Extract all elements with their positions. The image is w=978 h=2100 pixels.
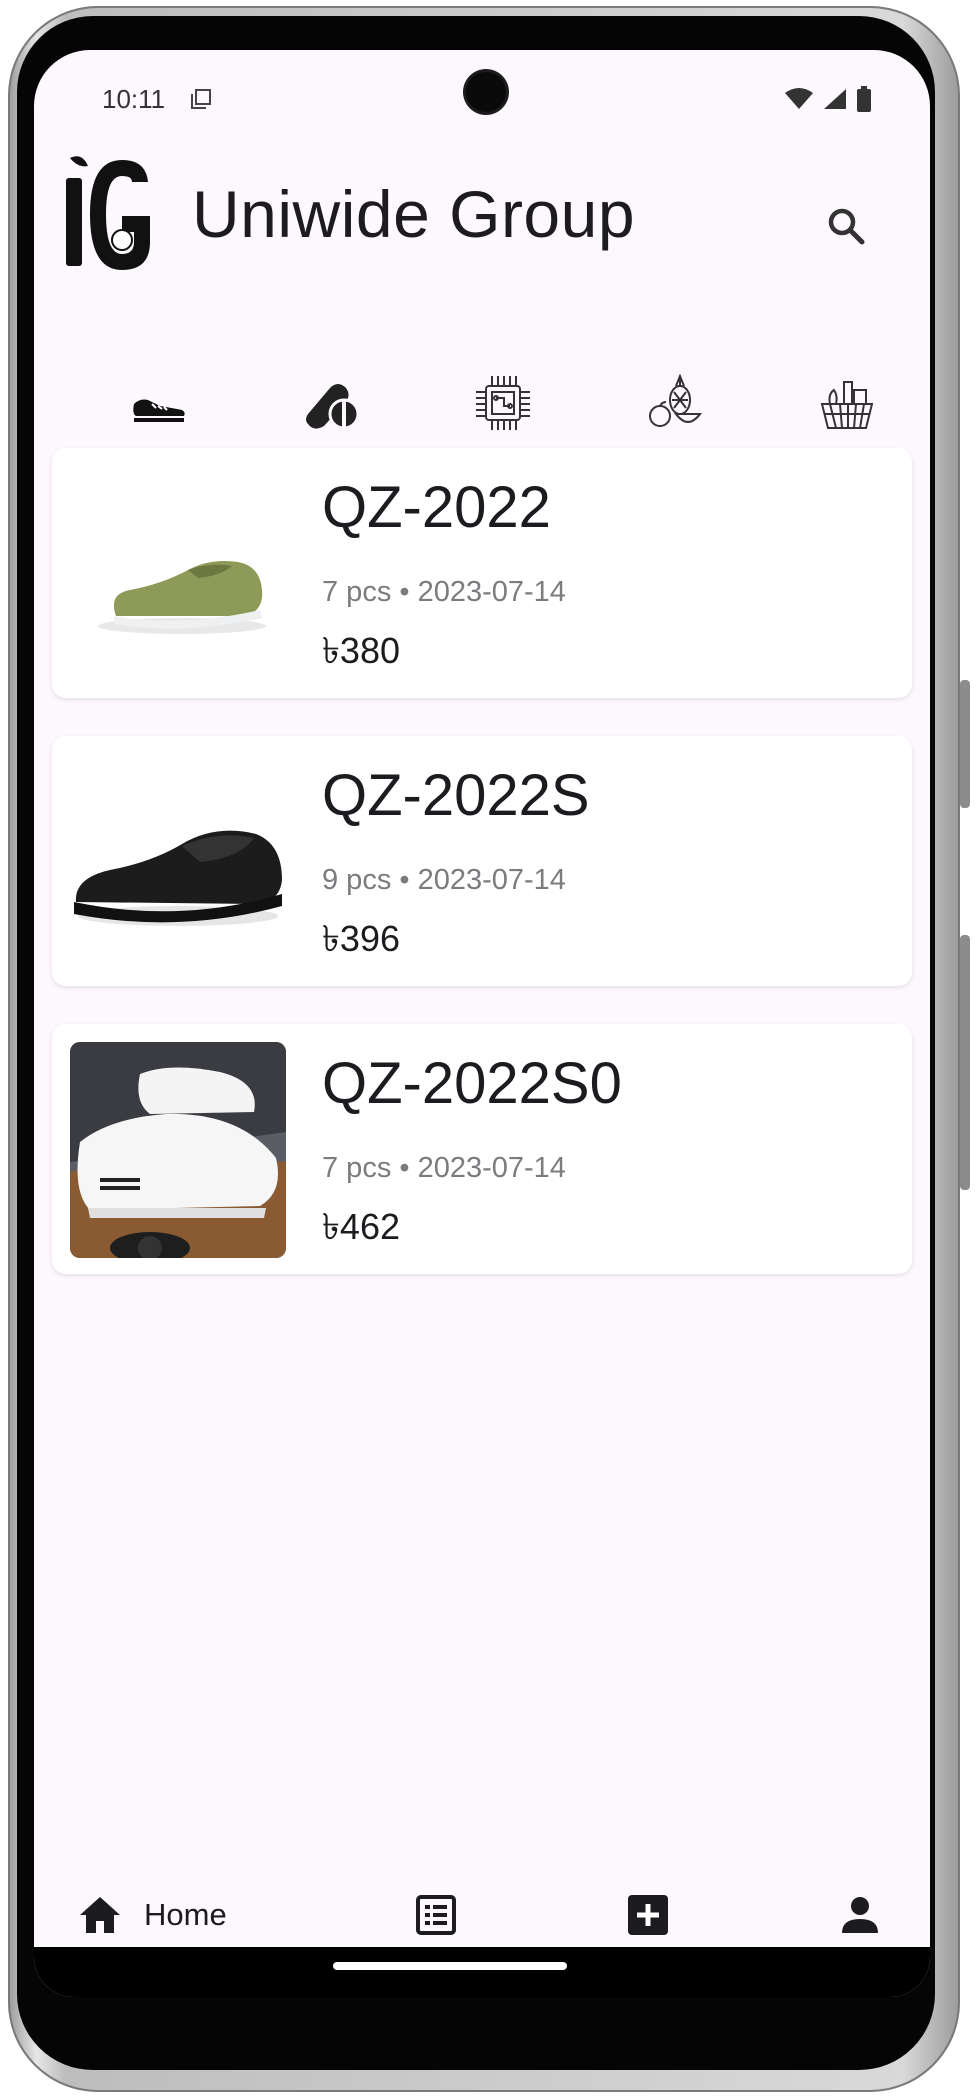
product-price: ৳396: [322, 918, 400, 959]
home-gesture-bar[interactable]: [333, 1962, 567, 1970]
status-time: 10:11: [102, 84, 166, 114]
nav-home[interactable]: Home: [78, 1888, 227, 1942]
power-button: [960, 935, 970, 1190]
product-card[interactable]: QZ-2022 7 pcs • 2023-07-14 ৳380: [52, 448, 912, 698]
product-name: QZ-2022S0: [322, 1051, 622, 1116]
product-meta: 7 pcs • 2023-07-14: [322, 1152, 566, 1184]
nav-home-label: Home: [144, 1897, 227, 1932]
battery-icon: [857, 86, 871, 112]
nav-orders[interactable]: [416, 1888, 456, 1942]
tab-pharmacy[interactable]: [245, 342, 417, 464]
product-image: [70, 754, 286, 970]
app-title: Uniwide Group: [192, 177, 636, 251]
brand-logo-icon: [66, 156, 150, 270]
nav-profile[interactable]: [840, 1888, 880, 1942]
product-meta: 7 pcs • 2023-07-14: [322, 576, 566, 608]
product-image: [70, 1042, 286, 1258]
status-bar: 10:11: [34, 50, 930, 140]
tab-shoes[interactable]: [73, 342, 245, 464]
product-card[interactable]: QZ-2022S0 7 pcs • 2023-07-14 ৳462: [52, 1024, 912, 1274]
tab-grocery[interactable]: [761, 342, 930, 464]
sneaker-icon: [133, 399, 185, 422]
search-icon: [828, 208, 865, 245]
screenshot-notification-icon: [191, 89, 211, 109]
signal-icon: [824, 89, 846, 109]
person-icon: [842, 1897, 878, 1933]
chip-icon: [476, 376, 530, 430]
product-name: QZ-2022: [322, 475, 551, 540]
search-button[interactable]: [820, 200, 872, 252]
tab-fruits[interactable]: [589, 342, 761, 464]
green-shoe-image: [70, 466, 286, 682]
wifi-icon: [785, 88, 813, 109]
gesture-area: [34, 1947, 930, 1997]
add-box-icon: [628, 1895, 668, 1935]
white-sneakers-image: [70, 1042, 286, 1258]
home-icon: [80, 1897, 120, 1933]
fruits-icon: [649, 374, 703, 427]
product-name: QZ-2022S: [322, 763, 590, 828]
app-screen: 10:11 Uniwide Group QZ-2022 7 pcs • 2023…: [34, 50, 930, 1997]
front-camera: [466, 72, 506, 112]
product-card[interactable]: QZ-2022S 9 pcs • 2023-07-14 ৳396: [52, 736, 912, 986]
tab-electronics[interactable]: [417, 342, 589, 464]
system-icons: [784, 86, 872, 112]
list-icon: [416, 1895, 456, 1935]
product-price: ৳380: [322, 630, 400, 671]
volume-button: [960, 680, 970, 808]
black-shoe-image: [70, 754, 286, 970]
nav-add[interactable]: [628, 1888, 668, 1942]
pills-icon: [306, 384, 360, 430]
product-meta: 9 pcs • 2023-07-14: [322, 864, 566, 896]
product-image: [70, 466, 286, 682]
product-price: ৳462: [322, 1206, 400, 1247]
grocery-basket-icon: [820, 381, 874, 429]
